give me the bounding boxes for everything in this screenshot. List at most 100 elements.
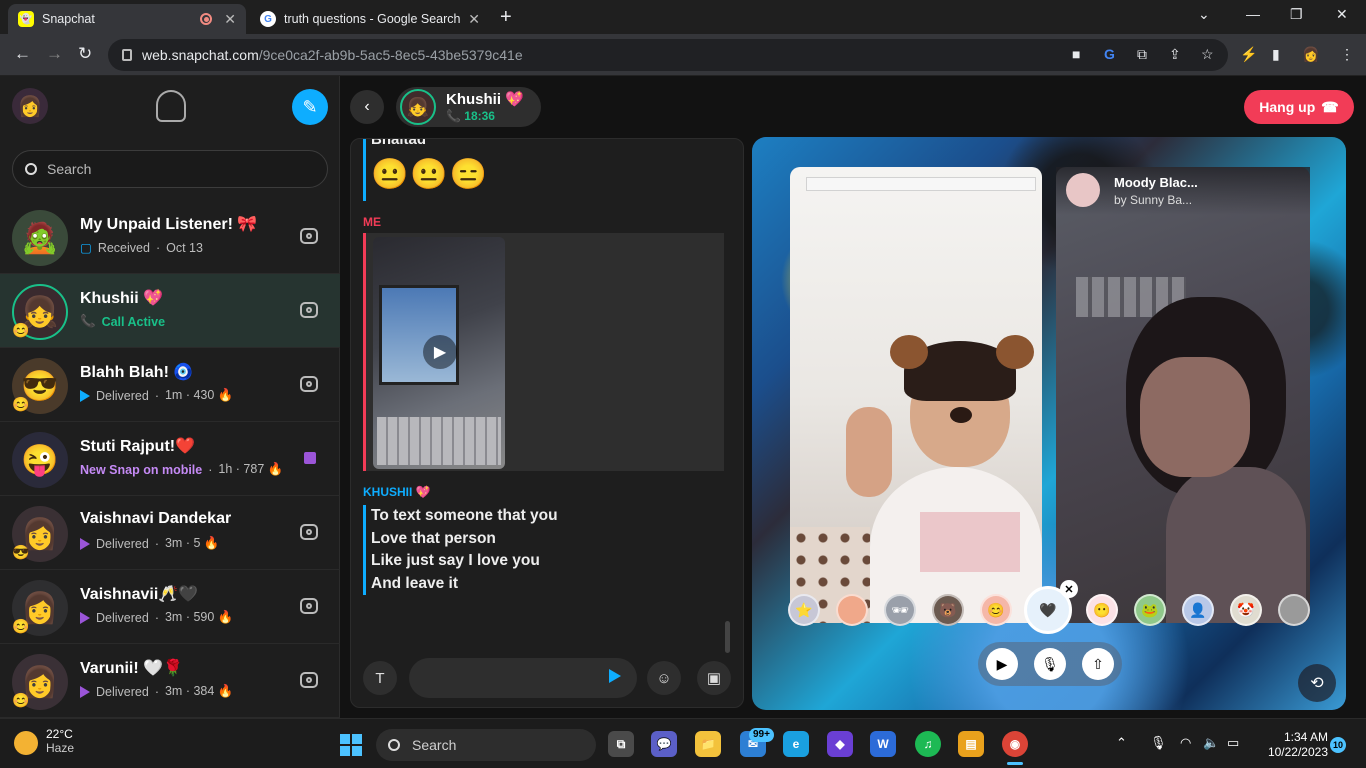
lens-option[interactable]	[836, 594, 868, 626]
friend-camera-feed	[1056, 167, 1310, 623]
spotify-icon[interactable]: ♫	[915, 731, 941, 757]
share-icon[interactable]: ⇪	[1169, 46, 1181, 63]
camera-icon[interactable]	[300, 376, 318, 392]
close-tab-icon[interactable]: ✕	[468, 11, 480, 28]
edge-icon[interactable]: e	[783, 731, 809, 757]
remove-lens-icon[interactable]: ✕	[1060, 580, 1078, 598]
separator-dot: ·	[154, 536, 159, 551]
lens-option[interactable]: 🐻	[932, 594, 964, 626]
chat-name: Stuti Rajput!❤️	[80, 438, 196, 455]
word-app-icon[interactable]: W	[870, 731, 896, 757]
camera-icon[interactable]	[300, 228, 318, 244]
camera-icon[interactable]	[300, 672, 318, 688]
new-chat-button[interactable]: ✎	[292, 89, 328, 125]
chat-item[interactable]: 🧟 My Unpaid Listener! 🎀 ▢ Received · Oct 13	[0, 200, 340, 274]
text-style-button[interactable]: T	[363, 661, 397, 695]
notification-badge[interactable]: 10	[1330, 737, 1346, 753]
sticker-button[interactable]: ▣	[697, 661, 731, 695]
profile-avatar[interactable]: 👩	[1302, 46, 1319, 63]
lens-option[interactable]: 🐸	[1134, 594, 1166, 626]
tab-search-icon[interactable]: ⌄	[1198, 6, 1210, 23]
url-field[interactable]: web.snapchat.com/9ce0ca2f-ab9b-5ac5-8ec5…	[108, 39, 1228, 71]
snapchat-ghost-icon[interactable]	[156, 90, 186, 122]
tab-snapchat[interactable]: 👻 Snapchat ✕	[8, 4, 246, 34]
system-clock[interactable]: 1:34 AM 10/22/2023	[1258, 730, 1328, 760]
back-icon[interactable]: ←	[14, 44, 31, 64]
chat-item[interactable]: 😎 😊 Blahh Blah! 🧿 Delivered · 1m · 430 🔥	[0, 348, 340, 422]
search-input[interactable]: Search	[12, 150, 328, 188]
reload-icon[interactable]: ↻	[78, 44, 92, 64]
new-snap-indicator[interactable]	[304, 452, 316, 464]
chat-item[interactable]: 👩 😊 Varunii! 🤍🌹 Delivered · 3m · 384 🔥	[0, 644, 340, 718]
minimize-button[interactable]: —	[1246, 6, 1260, 22]
new-tab-button[interactable]: +	[500, 6, 512, 29]
side-panel-icon[interactable]: ▮	[1272, 46, 1280, 63]
file-explorer-icon[interactable]: 📁	[695, 731, 721, 757]
lens-info[interactable]: Moody Blac... by Sunny Ba...	[1056, 167, 1310, 215]
weather-widget[interactable]: 22°C Haze	[14, 727, 74, 755]
taskbar-search[interactable]: Search	[376, 729, 596, 761]
chat-name: Varunii! 🤍🌹	[80, 660, 183, 677]
battery-icon[interactable]: ▭	[1227, 735, 1239, 751]
chat-name: Khushii 💖	[80, 290, 164, 307]
camera-in-use-icon[interactable]: ■	[1072, 46, 1080, 62]
microphone-button[interactable]: 🎙	[1034, 648, 1066, 680]
google-lens-icon[interactable]: G	[1104, 46, 1115, 62]
friend-avatar: 👧	[400, 89, 436, 125]
lens-option[interactable]: 😊	[980, 594, 1012, 626]
maximize-button[interactable]: ❐	[1290, 6, 1303, 23]
chat-name: My Unpaid Listener! 🎀	[80, 216, 258, 233]
back-button[interactable]: ‹	[350, 90, 384, 124]
lens-option[interactable]: 🤡	[1230, 594, 1262, 626]
url-path: /9ce0ca2f-ab9b-5ac5-8ec5-43be5379c41e	[258, 47, 523, 63]
lens-option[interactable]: 👤	[1182, 594, 1214, 626]
chat-item[interactable]: 😜 Stuti Rajput!❤️ New Snap on mobile · 1h · …	[0, 422, 340, 496]
close-tab-icon[interactable]: ✕	[224, 11, 236, 28]
chat-item[interactable]: 👩 😎 Vaishnavi Dandekar Delivered · 3m · 5 🔥	[0, 496, 340, 570]
chat-app-icon[interactable]: 💬	[651, 731, 677, 757]
tab-google-search[interactable]: G truth questions - Google Search ✕	[250, 4, 490, 34]
show-hidden-icons[interactable]: ⌃	[1116, 735, 1127, 751]
open-in-app-icon[interactable]: ⧉	[1137, 46, 1147, 63]
hang-up-button[interactable]: Hang up ☎	[1244, 90, 1354, 124]
lens-option[interactable]: 🕶	[884, 594, 916, 626]
lens-option[interactable]	[1278, 594, 1310, 626]
menu-icon[interactable]: ⋮	[1340, 46, 1354, 63]
copilot-icon[interactable]: ◆	[827, 731, 853, 757]
bookmark-star-icon[interactable]: ☆	[1201, 46, 1214, 63]
microphone-in-use-icon[interactable]: 🎙	[1150, 735, 1167, 751]
snap-video-thumbnail[interactable]: ▶	[373, 237, 505, 469]
emoji-button[interactable]: ☺	[647, 661, 681, 695]
play-icon[interactable]: ▶	[423, 335, 457, 369]
video-toggle-button[interactable]: ▶	[986, 648, 1018, 680]
chat-sidebar: 👩 ✎ Search 🧟 My Unpaid Listener! 🎀 ▢ Receiv…	[0, 76, 340, 718]
share-screen-button[interactable]: ⇧	[1082, 648, 1114, 680]
extensions-icon[interactable]: ⚡	[1240, 46, 1257, 63]
camera-icon[interactable]	[300, 524, 318, 540]
switch-camera-button[interactable]: ⟲	[1298, 664, 1336, 702]
forward-icon[interactable]: →	[46, 44, 63, 64]
call-friend-pill[interactable]: 👧 Khushii 💖 📞 18:36	[396, 87, 541, 127]
message-input[interactable]	[409, 658, 637, 698]
scrollbar[interactable]	[725, 621, 730, 653]
chat-item[interactable]: 👧 😊 Khushii 💖 📞 Call Active	[0, 274, 340, 348]
task-view-icon[interactable]: ⧉	[608, 731, 634, 757]
bluestacks-icon[interactable]: ▤	[958, 731, 984, 757]
google-icon: G	[260, 11, 276, 27]
separator-dot: ·	[154, 684, 159, 699]
start-button[interactable]	[340, 734, 362, 756]
camera-icon[interactable]	[300, 302, 318, 318]
wifi-icon[interactable]: ◠	[1180, 735, 1191, 751]
emoji-message: 😐😐😑	[371, 158, 490, 191]
lens-option[interactable]: 😶	[1086, 594, 1118, 626]
chat-item[interactable]: 👩 😊 Vaishnavii🥂🖤 Delivered · 3m · 590 🔥	[0, 570, 340, 644]
volume-icon[interactable]: 🔈	[1203, 735, 1219, 751]
send-icon[interactable]	[609, 669, 621, 683]
camera-icon[interactable]	[300, 598, 318, 614]
close-window-button[interactable]: ✕	[1336, 6, 1348, 23]
my-bitmoji-avatar[interactable]: 👩	[12, 88, 48, 124]
dog-nose-filter	[950, 407, 972, 423]
chrome-icon[interactable]: ◉	[1002, 731, 1028, 765]
lens-option[interactable]: ⭐	[788, 594, 820, 626]
dog-ear-filter	[996, 335, 1034, 369]
